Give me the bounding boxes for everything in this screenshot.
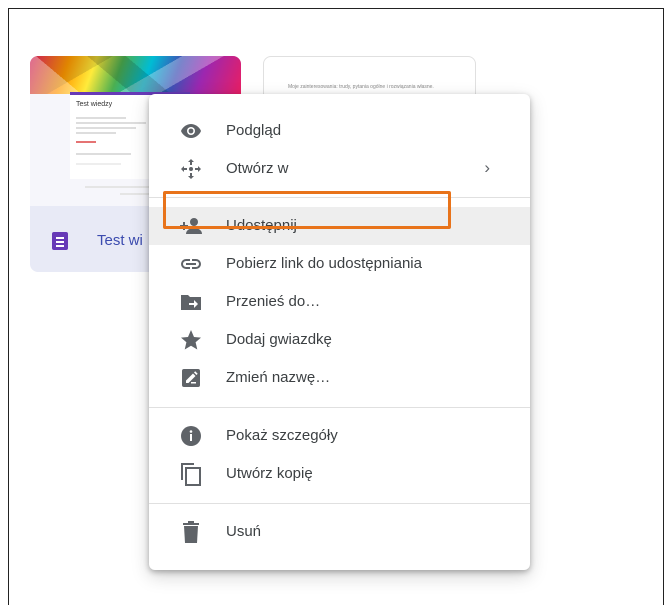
menu-item-label: Usuń — [226, 523, 262, 540]
link-icon — [179, 254, 203, 274]
menu-item-add-star[interactable]: Dodaj gwiazdkę — [149, 321, 530, 359]
eye-icon — [179, 121, 203, 141]
menu-divider — [149, 503, 530, 504]
thumbnail-banner — [30, 56, 241, 94]
menu-item-label: Pobierz link do udostępniania — [226, 255, 422, 272]
menu-item-label: Dodaj gwiazdkę — [226, 331, 332, 348]
file-preview-text: Moje zainteresowania: trudy, pytania ogó… — [288, 84, 434, 90]
trash-icon — [179, 521, 203, 543]
menu-item-label: Otwórz w — [226, 160, 289, 177]
info-icon — [179, 426, 203, 446]
menu-item-move-to[interactable]: Przenieś do… — [149, 283, 530, 321]
menu-item-label: Pokaż szczegóły — [226, 427, 338, 444]
menu-item-get-link[interactable]: Pobierz link do udostępniania — [149, 245, 530, 283]
menu-item-label: Utwórz kopię — [226, 465, 313, 482]
menu-item-rename[interactable]: Zmień nazwę… — [149, 359, 530, 397]
form-preview-title: Test wiedzy — [76, 101, 113, 108]
context-menu: Podgląd Otwórz w › Udostępnij Pobierz li… — [149, 94, 530, 570]
chevron-right-icon: › — [484, 158, 490, 177]
star-icon — [179, 330, 203, 350]
menu-item-delete[interactable]: Usuń — [149, 513, 530, 551]
file-name: Test wi — [97, 232, 143, 249]
menu-item-make-copy[interactable]: Utwórz kopię — [149, 455, 530, 493]
menu-item-label: Zmień nazwę… — [226, 369, 331, 386]
move-arrows-icon — [179, 159, 203, 179]
folder-move-icon — [179, 292, 203, 312]
rename-icon — [179, 368, 203, 388]
menu-item-open-with[interactable]: Otwórz w › — [149, 150, 530, 188]
highlight-box — [163, 191, 451, 229]
menu-item-details[interactable]: Pokaż szczegóły — [149, 417, 530, 455]
menu-item-label: Podgląd — [226, 122, 282, 139]
menu-item-label: Przenieś do… — [226, 293, 321, 310]
google-forms-icon — [52, 232, 68, 250]
copy-icon — [179, 463, 203, 486]
menu-item-preview[interactable]: Podgląd — [149, 112, 530, 150]
menu-divider — [149, 407, 530, 408]
